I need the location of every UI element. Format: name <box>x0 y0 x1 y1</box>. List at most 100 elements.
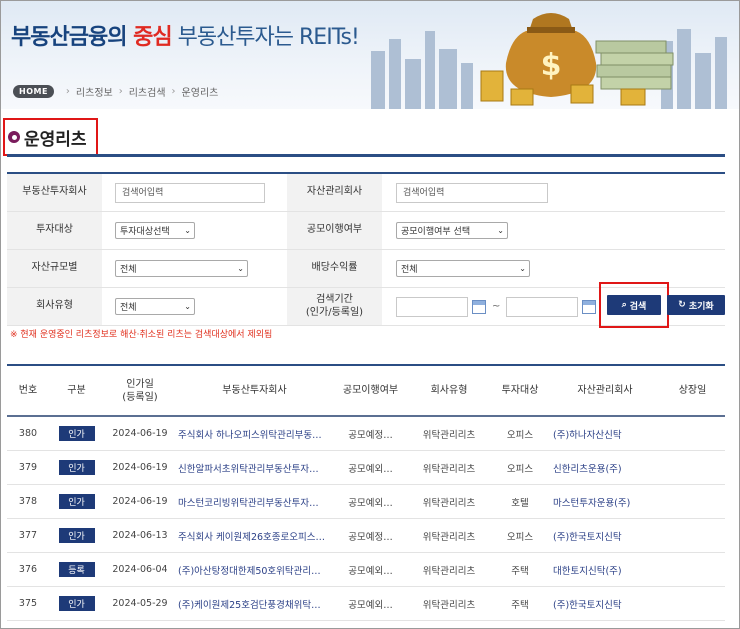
calendar-icon[interactable] <box>582 299 597 314</box>
cell-date: 2024-06-04 <box>112 564 168 575</box>
page-title-box: 운영리츠 <box>3 118 98 156</box>
search-icon: ⌕ <box>621 300 627 310</box>
breadcrumb-item-reit-search[interactable]: 리츠검색 <box>129 84 166 99</box>
company-type-value: 전체 <box>120 303 137 313</box>
header-date-2: (등록일) <box>122 391 158 403</box>
header-public-offer: 공모이행여부 <box>342 385 399 396</box>
cell-asset-manager[interactable]: 신한리츠운용(주) <box>550 451 660 484</box>
slogan-part-1: 부동산금융의 <box>11 25 134 50</box>
cell-company-link[interactable]: 주식회사 하나오피스위탁관리부동… <box>176 417 333 450</box>
cell-company-link[interactable]: 마스턴코리빙위탁관리부동산투자… <box>176 485 333 518</box>
reset-button[interactable]: ↻ 초기화 <box>667 295 725 315</box>
cell-type: 인가 <box>49 417 104 450</box>
cell-asset-manager[interactable]: 마스턴투자운용(주) <box>550 485 660 518</box>
period-separator: ~ <box>492 301 501 312</box>
company-type-cell: 전체 ⌄ <box>102 288 287 325</box>
table-row[interactable]: 376 등록 2024-06-04 (주)아산탕정대한제50호위탁관리… 공모예… <box>7 553 725 587</box>
asset-manager-input[interactable]: 검색어입력 <box>396 182 548 203</box>
slogan-part-3: 부동산투자는 REITs! <box>171 25 360 50</box>
cell-no: 378 <box>18 496 38 507</box>
cell-listing-date <box>660 451 725 484</box>
header-listing-date: 상장일 <box>678 385 707 396</box>
cell-type: 인가 <box>49 519 104 552</box>
type-badge: 인가 <box>58 494 95 509</box>
cell-no: 375 <box>18 598 38 609</box>
cell-date: 2024-06-13 <box>112 530 168 541</box>
header-date-1: 인가일 <box>126 378 154 390</box>
public-offer-select[interactable]: 공모이행여부 선택 ⌄ <box>396 222 508 239</box>
home-link[interactable]: HOME <box>13 85 54 98</box>
calendar-icon[interactable] <box>472 299 486 314</box>
cell-company-link[interactable]: 주식회사 케이원제26호종로오피스… <box>176 519 333 552</box>
cell-company-link[interactable]: 신한알파서초위탁관리부동산투자… <box>176 451 333 484</box>
table-row[interactable]: 378 인가 2024-06-19 마스턴코리빙위탁관리부동산투자… 공모예외…… <box>7 485 725 519</box>
chevron-right-icon: › <box>65 86 70 97</box>
cell-date: 2024-06-19 <box>112 428 168 439</box>
title-divider <box>7 154 725 157</box>
cell-type: 등록 <box>49 553 104 586</box>
chevron-down-icon: ⌄ <box>519 264 526 273</box>
type-badge: 등록 <box>58 562 95 577</box>
page-title: 운영리츠 <box>24 129 87 150</box>
cell-type: 인가 <box>49 485 104 518</box>
cell-asset-manager[interactable]: 대한토지신탁(주) <box>550 553 660 586</box>
header-type: 구분 <box>67 385 86 396</box>
company-name: 신한알파서초위탁관리부동산투자… <box>178 463 319 475</box>
table-row[interactable]: 380 인가 2024-06-19 주식회사 하나오피스위탁관리부동… 공모예정… <box>7 417 725 451</box>
header-company-type: 회사유형 <box>430 385 468 396</box>
cell-asset-manager[interactable]: (주)한국토지신탁 <box>550 587 660 620</box>
company-name: 주식회사 하나오피스위탁관리부동… <box>178 429 322 441</box>
cell-asset-manager[interactable]: (주)한국토지신탁 <box>550 519 660 552</box>
table-row[interactable]: 379 인가 2024-06-19 신한알파서초위탁관리부동산투자… 공모예외…… <box>7 451 725 485</box>
dividend-select[interactable]: 전체 ⌄ <box>396 260 530 277</box>
form-row: 투자대상 투자대상선택 ⌄ 공모이행여부 공모이행여부 선택 ⌄ <box>7 212 725 250</box>
dividend-label: 배당수익률 <box>287 250 382 287</box>
cell-no: 380 <box>18 428 38 439</box>
banner-money-illustration: $ <box>371 13 727 109</box>
end-date-input[interactable] <box>506 296 579 317</box>
header-no: 번호 <box>18 385 38 396</box>
company-name: 마스턴코리빙위탁관리부동산투자… <box>178 497 319 509</box>
invest-target-select[interactable]: 투자대상선택 ⌄ <box>115 222 195 239</box>
type-badge: 인가 <box>58 528 95 543</box>
company-name: (주)케이원제25호검단풍경채위탁… <box>178 599 321 611</box>
breadcrumb-item-operating-reits: 운영리츠 <box>181 88 219 99</box>
reset-button-label: 초기화 <box>688 301 714 312</box>
chevron-right-icon: › <box>171 86 176 97</box>
public-offer-value: 공모이행여부 선택 <box>401 227 471 237</box>
table-header: 번호 구분 인가일 (등록일) 부동산투자회사 공모이행여부 회사유형 투자대상 … <box>7 366 725 417</box>
banner-slogan: 부동산금융의 중심 부동산투자는 REITs! <box>11 19 360 51</box>
cell-company-type: 위탁관리리츠 <box>422 429 476 441</box>
cell-date: 2024-06-19 <box>112 496 168 507</box>
header-date: 인가일 (등록일) <box>104 366 176 415</box>
search-button[interactable]: ⌕ 검색 <box>607 295 661 315</box>
cell-listing-date <box>660 587 725 620</box>
search-button-label: 검색 <box>629 301 647 312</box>
refresh-icon: ↻ <box>678 300 686 310</box>
cell-target: 오피스 <box>506 463 534 475</box>
reit-company-label: 부동산투자회사 <box>7 174 102 211</box>
table-row[interactable]: 375 인가 2024-05-29 (주)케이원제25호검단풍경채위탁… 공모예… <box>7 587 725 621</box>
breadcrumb-item-reit-info[interactable]: 리츠정보 <box>76 84 113 99</box>
invest-target-value: 투자대상선택 <box>120 227 170 237</box>
company-type-select[interactable]: 전체 ⌄ <box>115 298 195 315</box>
cell-public-offer: 공모예외… <box>348 599 393 611</box>
asset-size-label: 자산규모별 <box>7 250 102 287</box>
cell-no: 377 <box>18 530 38 541</box>
cell-asset-manager[interactable]: (주)하나자산신탁 <box>550 417 660 450</box>
table-row[interactable]: 377 인가 2024-06-13 주식회사 케이원제26호종로오피스… 공모예… <box>7 519 725 553</box>
cell-type: 인가 <box>49 451 104 484</box>
cell-target: 주택 <box>511 565 529 577</box>
cell-company-link[interactable]: (주)아산탕정대한제50호위탁관리… <box>176 553 333 586</box>
chevron-right-icon: › <box>118 86 123 97</box>
cell-target: 오피스 <box>506 531 534 543</box>
start-date-input[interactable] <box>396 296 468 317</box>
header-banner: 부동산금융의 중심 부동산투자는 REITs! $ HOME › 리츠정보 › … <box>1 1 739 109</box>
asset-size-value: 전체 <box>120 265 137 275</box>
cell-date: 2024-06-19 <box>112 462 168 473</box>
cell-company-type: 위탁관리리츠 <box>422 531 476 543</box>
header-asset-manager: 자산관리회사 <box>577 385 633 396</box>
asset-size-select[interactable]: 전체 ⌄ <box>115 260 248 277</box>
cell-company-link[interactable]: (주)케이원제25호검단풍경채위탁… <box>176 587 333 620</box>
reit-company-input[interactable]: 검색어입력 <box>115 182 265 203</box>
